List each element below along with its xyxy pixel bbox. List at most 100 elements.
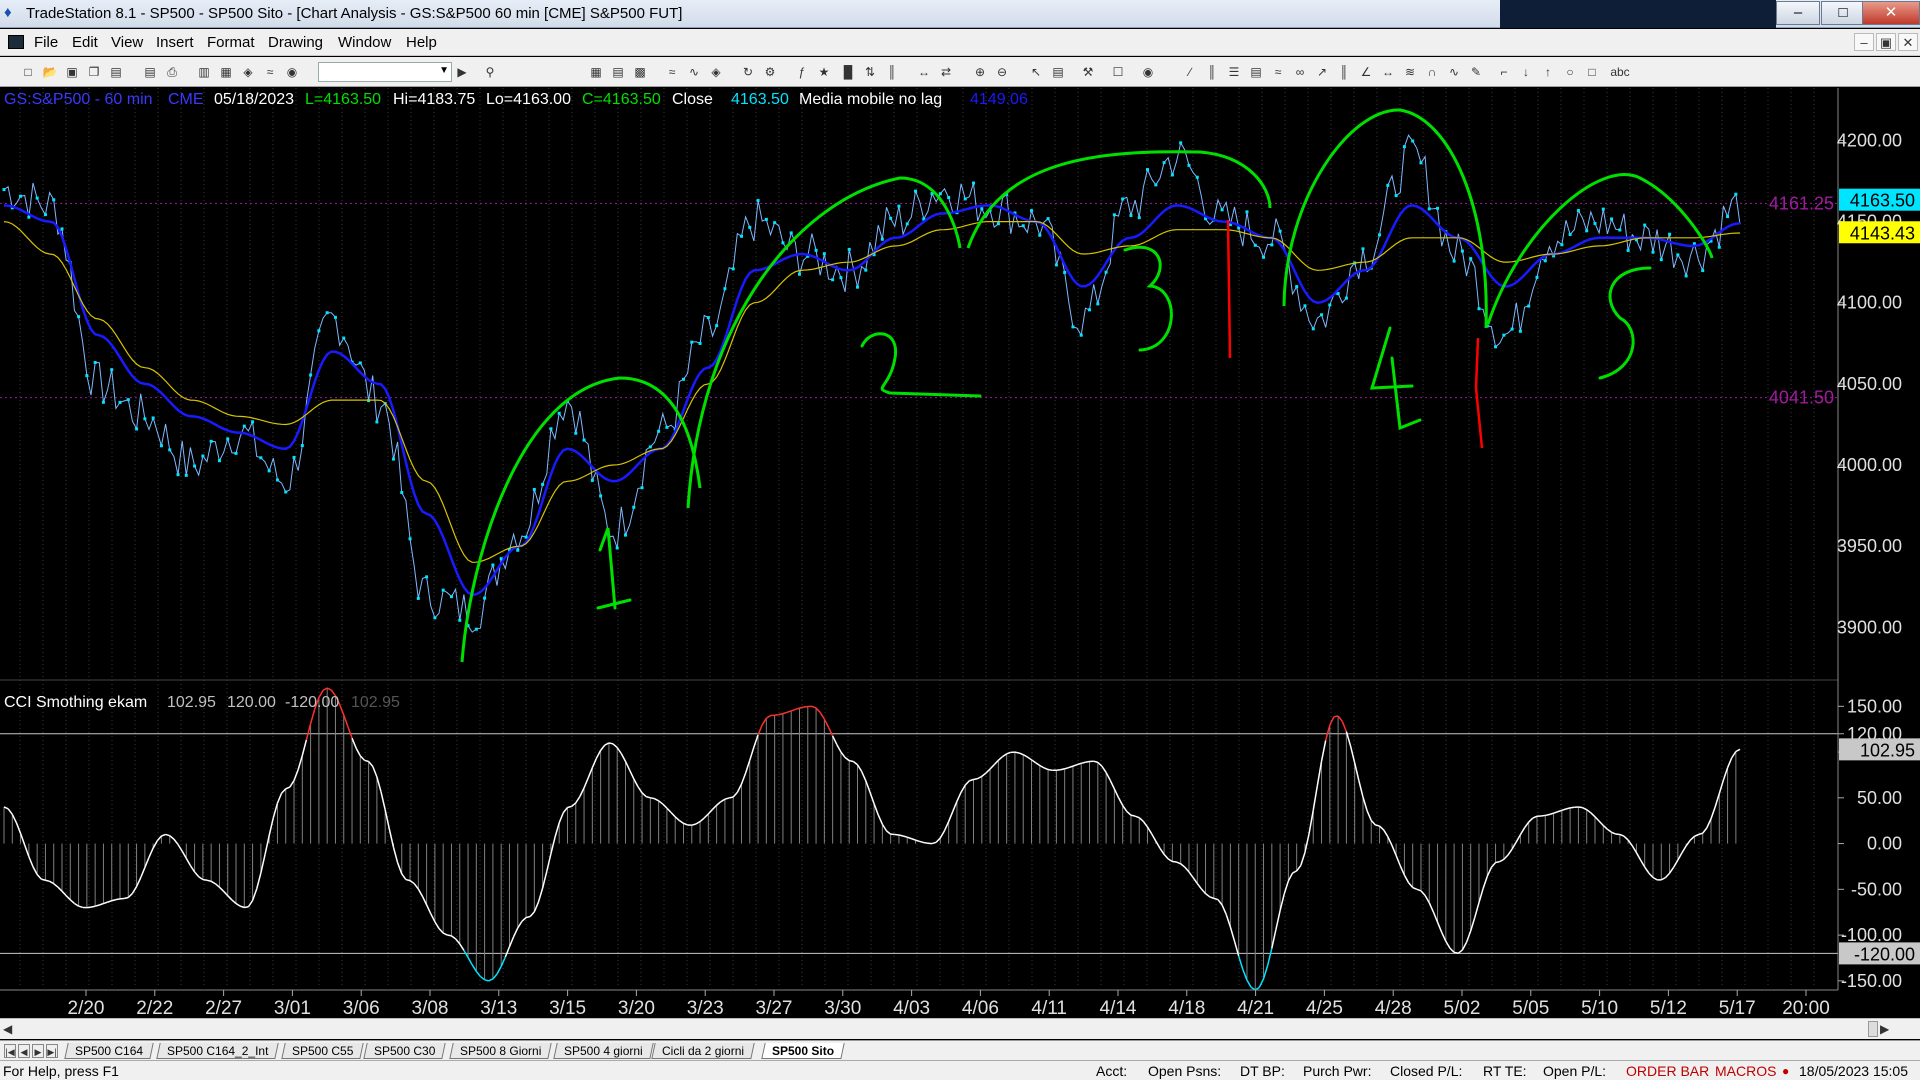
price-point: [375, 420, 379, 424]
close-button[interactable]: ✕: [1862, 1, 1920, 25]
tile-icon[interactable]: ▦: [218, 64, 234, 80]
zoom-in-icon[interactable]: ⊕: [972, 64, 988, 80]
lock-icon[interactable]: ◈: [240, 64, 256, 80]
cci-line-segment: [591, 757, 598, 768]
workspace-tab[interactable]: SP500 C55: [281, 1043, 365, 1059]
cci-line-segment: [405, 878, 411, 882]
candles-icon[interactable]: ⇅: [862, 64, 878, 80]
channel-icon[interactable]: ▤: [1248, 64, 1264, 80]
mdi-restore-button[interactable]: ▣: [1876, 33, 1896, 51]
macros-button[interactable]: MACROS: [1715, 1063, 1776, 1079]
cci-line-segment: [181, 850, 187, 859]
menu-view[interactable]: View: [111, 34, 143, 51]
mdi-minimize-button[interactable]: –: [1854, 33, 1874, 51]
chart-window-icon[interactable]: [8, 35, 24, 49]
rectangle-icon[interactable]: □: [1584, 64, 1600, 80]
find-icon[interactable]: ⚲: [482, 64, 498, 80]
angle-icon[interactable]: ∠: [1358, 64, 1374, 80]
alert-icon[interactable]: ◉: [1140, 64, 1156, 80]
menu-drawing[interactable]: Drawing: [268, 34, 323, 51]
workspace-tab[interactable]: SP500 Sito: [761, 1043, 845, 1059]
save-icon[interactable]: ▣: [64, 64, 80, 80]
settings-icon[interactable]: ⚙: [762, 64, 778, 80]
horizontal-scrollbar[interactable]: ◀ ▶: [0, 1018, 1920, 1039]
cci-line-segment: [666, 807, 672, 814]
chart-type-2-icon[interactable]: ∿: [686, 64, 702, 80]
tab-last-icon[interactable]: ▶|: [46, 1044, 58, 1058]
strategy-icon[interactable]: ★: [816, 64, 832, 80]
freehand-icon[interactable]: ∿: [1446, 64, 1462, 80]
indicator-icon[interactable]: ƒ: [794, 64, 810, 80]
menu-edit[interactable]: Edit: [72, 34, 98, 51]
globe-icon[interactable]: ◉: [284, 64, 300, 80]
trendline-icon[interactable]: ∕: [1182, 64, 1198, 80]
price-point: [85, 374, 89, 378]
menu-insert[interactable]: Insert: [156, 34, 194, 51]
pointer-icon[interactable]: ↖: [1028, 64, 1044, 80]
expand-icon[interactable]: ⇄: [938, 64, 954, 80]
workspace-tab[interactable]: SP500 C164_2_Int: [156, 1043, 280, 1059]
vertical-lines-icon[interactable]: ║: [1204, 64, 1220, 80]
grid-icon[interactable]: ▦: [588, 64, 604, 80]
tab-prev-icon[interactable]: ◀: [18, 1044, 30, 1058]
speed-lines-icon[interactable]: ↗: [1314, 64, 1330, 80]
tools-icon[interactable]: ⚒: [1080, 64, 1096, 80]
arrow-horizontal-icon[interactable]: ↔: [1380, 64, 1396, 80]
menu-format[interactable]: Format: [207, 34, 255, 51]
ellipse-icon[interactable]: ○: [1562, 64, 1578, 80]
ohlc-icon[interactable]: ║: [884, 64, 900, 80]
workspace-tab[interactable]: SP500 C164: [64, 1043, 154, 1059]
chevron-down-icon[interactable]: ▼: [439, 65, 449, 76]
gann-icon[interactable]: ∞: [1292, 64, 1308, 80]
workspace-tab[interactable]: SP500 8 Giorni: [449, 1043, 553, 1059]
workspace-tab[interactable]: SP500 C30: [363, 1043, 447, 1059]
chart-type-icon[interactable]: ≈: [664, 64, 680, 80]
tab-first-icon[interactable]: |◀: [4, 1044, 16, 1058]
table-icon[interactable]: ▤: [610, 64, 626, 80]
horizontal-lines-icon[interactable]: ☰: [1226, 64, 1242, 80]
menu-file[interactable]: File: [34, 34, 58, 51]
copy-icon[interactable]: ❐: [86, 64, 102, 80]
print-icon[interactable]: ⎙: [164, 64, 180, 80]
spreadsheet-icon[interactable]: ▩: [632, 64, 648, 80]
scroll-left-icon[interactable]: ◀: [3, 1022, 12, 1036]
fibonacci-icon[interactable]: ≈: [1270, 64, 1286, 80]
arc-icon[interactable]: ∩: [1424, 64, 1440, 80]
andrews-pitchfork-icon[interactable]: ≋: [1402, 64, 1418, 80]
zoom-out-icon[interactable]: ⊖: [994, 64, 1010, 80]
symbol-combo[interactable]: ▼: [318, 62, 452, 82]
workspace-tab[interactable]: Cicli da 2 giorni: [651, 1043, 755, 1059]
tab-next-icon[interactable]: ▶: [32, 1044, 44, 1058]
data-window-icon[interactable]: ▤: [1050, 64, 1066, 80]
cci-line-segment: [943, 821, 950, 832]
minimize-button[interactable]: –: [1776, 1, 1820, 25]
menu-window[interactable]: Window: [338, 34, 391, 51]
pencil-icon[interactable]: ✎: [1468, 64, 1484, 80]
mdi-close-button[interactable]: ✕: [1898, 33, 1918, 51]
cci-line-segment: [413, 883, 419, 890]
order-icon[interactable]: ☐: [1110, 64, 1126, 80]
workspace-tab[interactable]: SP500 4 giorni: [553, 1043, 654, 1059]
order-bar-button[interactable]: ORDER BAR: [1626, 1063, 1709, 1079]
arrow-right-icon[interactable]: ▶: [454, 64, 470, 80]
refresh-icon[interactable]: ↻: [740, 64, 756, 80]
scroll-right-icon[interactable]: ▶: [1880, 1022, 1889, 1036]
regression-icon[interactable]: ║: [1336, 64, 1352, 80]
chart-canvas[interactable]: 4161.254041.50 4200.004150.004100.004050…: [0, 88, 1920, 1018]
bar-chart-icon[interactable]: █: [840, 64, 856, 80]
open-icon[interactable]: 📂: [42, 64, 58, 80]
chart-icon[interactable]: ≈: [262, 64, 278, 80]
new-icon[interactable]: □: [20, 64, 36, 80]
chart-type-3-icon[interactable]: ◈: [708, 64, 724, 80]
compress-icon[interactable]: ↔: [916, 64, 932, 80]
menu-help[interactable]: Help: [406, 34, 437, 51]
text-icon[interactable]: abc: [1608, 64, 1632, 80]
arrow-up-blue-icon[interactable]: ↑: [1540, 64, 1556, 80]
scroll-thumb[interactable]: [1868, 1021, 1878, 1037]
arrow-down-red-icon[interactable]: ↓: [1518, 64, 1534, 80]
print-preview-icon[interactable]: ▤: [142, 64, 158, 80]
maximize-button[interactable]: □: [1821, 1, 1865, 25]
paste-icon[interactable]: ▤: [108, 64, 124, 80]
curve-icon[interactable]: ⌐: [1496, 64, 1512, 80]
window-icon[interactable]: ▥: [196, 64, 212, 80]
